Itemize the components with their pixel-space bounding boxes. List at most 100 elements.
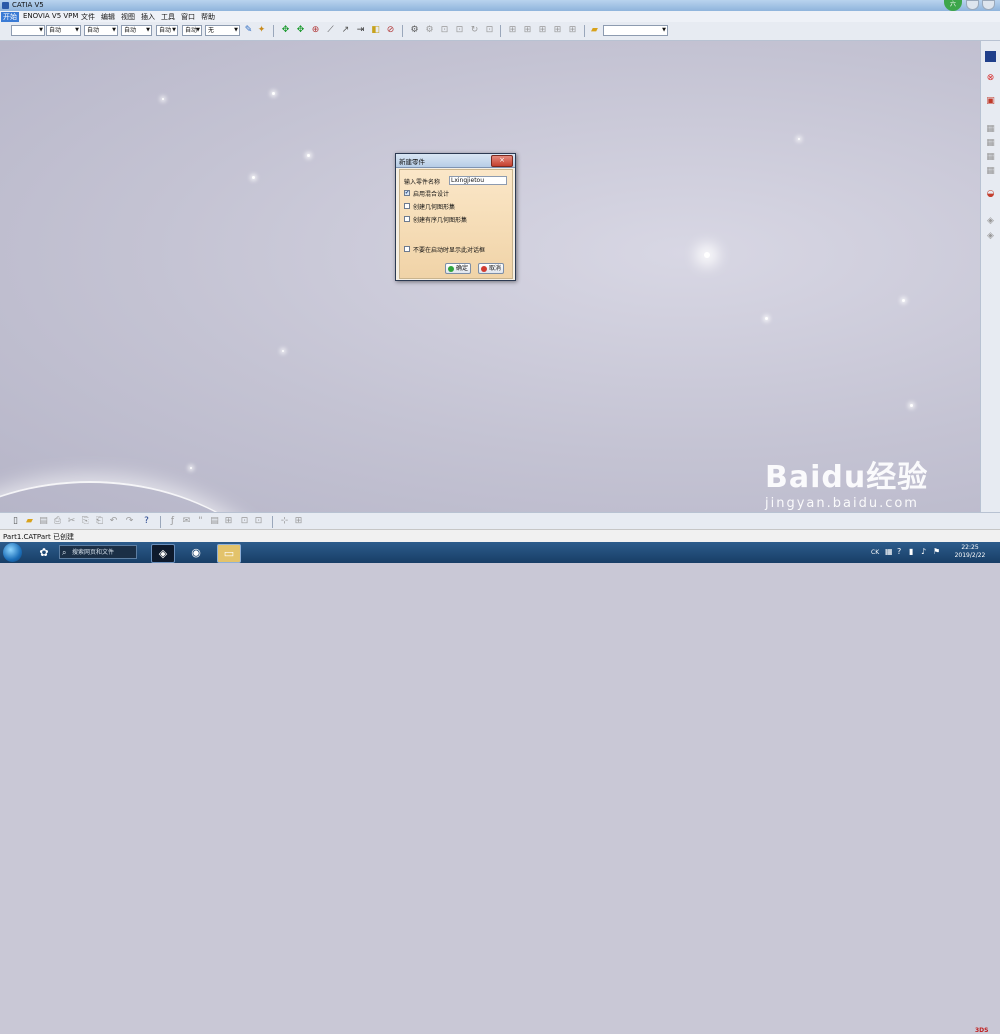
knowledge-icon[interactable]: ⊡ [484,25,495,36]
clock[interactable]: 22:25 2019/2/22 [948,544,992,560]
open-folder-icon[interactable]: ▰ [589,25,600,36]
selection-combo[interactable]: ▼ [603,25,668,36]
user-avatar[interactable]: 六 [944,0,962,11]
table-view-icon[interactable]: ▤ [209,516,220,527]
save-icon[interactable]: ▤ [38,516,49,527]
knowledge-view-icon[interactable]: ⊡ [239,516,250,527]
comment-icon[interactable]: ✉ [181,516,192,527]
ordered-geometric-set-checkbox[interactable] [404,216,410,222]
parameter-icon[interactable]: ⚙ [424,25,435,36]
part-name-input[interactable]: Lxingjietou [449,176,507,185]
cut-icon[interactable]: ✂ [66,516,77,527]
menu-tools[interactable]: 工具 [159,12,177,22]
quote-icon[interactable]: " [195,516,206,527]
design-table-icon[interactable]: ⊞ [537,25,548,36]
menu-edit[interactable]: 编辑 [99,12,117,22]
linetype-combo[interactable]: 自动 ▼ [121,25,152,36]
toolbar-separator [402,25,403,37]
new-file-icon[interactable]: ▯ [10,516,21,527]
function-icon[interactable]: ƒ [167,516,178,527]
measure-icon[interactable]: ⟋ [325,25,336,36]
law-icon[interactable]: ⊡ [454,25,465,36]
catalog-icon[interactable]: ⊞ [507,25,518,36]
cancel-button[interactable]: 取消 [478,263,505,274]
formula-icon[interactable]: ⊡ [439,25,450,36]
help-tray-icon[interactable]: ? [897,547,901,556]
file-explorer-icon[interactable]: ▭ [217,544,241,563]
menu-enovia[interactable]: ENOVIA V5 VPM [21,12,80,20]
menu-help[interactable]: 帮助 [199,12,217,22]
menu-window[interactable]: 窗口 [179,12,197,22]
dont-show-checkbox[interactable] [404,246,410,252]
analysis-icon[interactable]: ⚙ [409,25,420,36]
pad-icon[interactable]: ▦ [985,124,996,135]
new-part-dialog: 新建零件 × 输入零件名称 Lxingjietou ✔ 启用混合设计 创建几何图… [395,153,516,281]
app-launcher-icon[interactable]: ✿ [33,544,55,561]
action-center-icon[interactable]: ⚑ [933,547,940,556]
close-window-button[interactable] [982,0,995,10]
transform-icon[interactable]: ◈ [985,216,996,227]
color-combo[interactable]: ▼ [11,25,45,36]
wechat-icon[interactable]: ◉ [185,544,207,561]
open-icon[interactable]: ▰ [24,516,35,527]
network-icon[interactable]: ▮ [909,547,913,556]
swap-icon[interactable]: ⊘ [385,25,396,36]
system-tray: CK ▦ ? ▮ ♪ ⚑ 22:25 2019/2/22 [868,544,1000,562]
hide-show-icon[interactable]: ◧ [370,25,381,36]
taskbar-search[interactable]: ⌕ 搜索网页和文件 [59,545,137,559]
toolbar-separator [584,25,585,37]
start-button[interactable] [3,543,22,562]
reaction-icon[interactable]: ⊞ [552,25,563,36]
point-combo[interactable]: 自动 ▼ [156,25,178,36]
brush-icon[interactable]: ✦ [256,25,267,36]
catia-taskbar-icon[interactable]: ◈ [151,544,175,563]
render-combo[interactable]: 无 ▼ [205,25,240,36]
undo-icon[interactable]: ↶ [108,516,119,527]
geometric-set-checkbox[interactable] [404,203,410,209]
thickness-combo[interactable]: 自动 ▼ [84,25,118,36]
menu-view[interactable]: 视图 [119,12,137,22]
hybrid-design-checkbox[interactable]: ✔ [404,190,410,196]
input-language[interactable]: CK [871,549,879,556]
update-icon[interactable]: ↻ [469,25,480,36]
ok-button[interactable]: 确定 [445,263,472,274]
menu-start[interactable]: 开始 [1,12,19,22]
paint-icon[interactable]: ✎ [243,25,254,36]
keyboard-icon[interactable]: ▦ [885,547,893,556]
background-star [272,92,275,95]
stop-icon[interactable]: ⊗ [985,73,996,84]
windows-taskbar: ✿ ⌕ 搜索网页和文件 ◈ ◉ ▭ CK ▦ ? ▮ ♪ ⚑ 22:25 201… [0,542,1000,563]
axis-icon[interactable]: ⊹ [279,516,290,527]
copy-icon[interactable]: ⎘ [80,516,91,527]
redo-icon[interactable]: ↷ [124,516,135,527]
part-name-label: 输入零件名称 [404,179,441,186]
mirror-icon[interactable]: ◈ [985,231,996,242]
print-icon[interactable]: ⎙ [52,516,63,527]
rotate-icon[interactable]: ✥ [295,25,306,36]
paste-icon[interactable]: ⎗ [94,516,105,527]
line-combo[interactable]: 自动 ▼ [46,25,81,36]
zoom-icon[interactable]: ⊕ [310,25,321,36]
minimize-button[interactable] [966,0,979,10]
help-icon[interactable]: ? [141,516,152,527]
scan-icon[interactable]: ⊡ [253,516,264,527]
table-icon[interactable]: ⊞ [522,25,533,36]
pocket-icon[interactable]: ▦ [985,138,996,149]
toolbar-separator [160,516,161,528]
groove-icon[interactable]: ▦ [985,166,996,177]
sketch-icon[interactable]: ▣ [985,96,996,107]
layer-combo[interactable]: 自动 ▼ [182,25,202,36]
grid-icon[interactable]: ⊞ [223,516,234,527]
rule-icon[interactable]: ⊞ [567,25,578,36]
pan-icon[interactable]: ✥ [280,25,291,36]
fillet-icon[interactable]: ◒ [985,189,996,200]
normal-view-icon[interactable]: ↗ [340,25,351,36]
dialog-close-button[interactable]: × [491,155,513,167]
shaft-icon[interactable]: ▦ [985,152,996,163]
compass-icon[interactable]: ⊞ [293,516,304,527]
part-design-icon[interactable] [985,51,996,62]
menu-file[interactable]: 文件 [79,12,97,22]
menu-insert[interactable]: 插入 [139,12,157,22]
volume-icon[interactable]: ♪ [921,547,926,556]
fly-icon[interactable]: ⇥ [355,25,366,36]
